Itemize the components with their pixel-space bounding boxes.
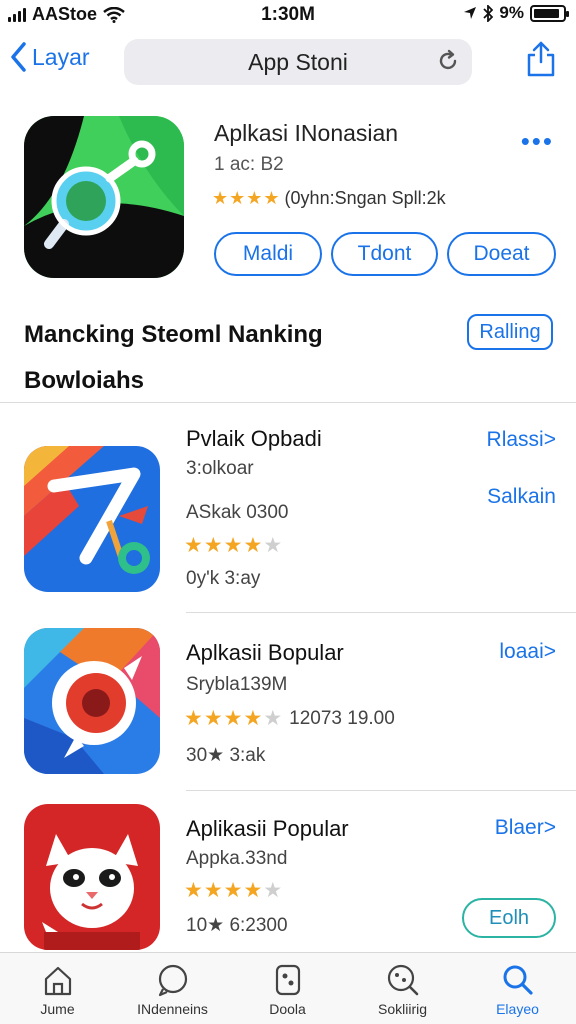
chevron-left-icon (11, 42, 26, 72)
app-get-button-3[interactable]: Eolh (462, 898, 556, 938)
rating-extra: 12073 19.00 (289, 707, 395, 729)
battery-percent: 9% (499, 3, 524, 22)
divider (186, 790, 576, 791)
bluetooth-icon (483, 4, 494, 22)
app-link-1[interactable]: Rlassi> (487, 428, 556, 452)
featured-button-2[interactable]: Tdont (331, 232, 438, 276)
back-label: Layar (32, 43, 90, 70)
tab-search[interactable]: Elayeo (460, 963, 575, 1017)
status-right: 9% (463, 3, 569, 23)
app-meta-1: 3:olkoar (186, 458, 254, 479)
rating-text: (0yhn:Sngan Spll:2k (284, 188, 446, 208)
featured-app-subtitle: 1 ac: B2 (214, 154, 284, 175)
divider (0, 402, 576, 403)
tab-games[interactable]: Sokliirig (345, 963, 460, 1017)
divider (186, 612, 576, 613)
app-meta-2: Srybla139M (186, 674, 288, 695)
tab-label: Sokliirig (377, 1001, 427, 1017)
tab-bar: Jume INdenneins Doola Sokliirig Elayeo (0, 952, 576, 1024)
app-title-3: Aplikasii Popular (186, 816, 349, 841)
reload-icon[interactable] (436, 49, 460, 73)
location-icon (464, 7, 477, 19)
app-rating-1: ★★★★★ (184, 533, 283, 558)
status-bar: AAStoe 1:30M 9% (0, 0, 576, 30)
app-link-2[interactable]: loaai> (499, 640, 556, 664)
battery-icon (530, 4, 569, 22)
tab-label: Doola (269, 1001, 306, 1017)
app-icon-2[interactable] (24, 628, 160, 774)
section-ranking-button[interactable]: Ralling (467, 314, 553, 350)
search-field[interactable]: App Stoni (124, 39, 472, 85)
app-meta-3: Appka.33nd (186, 848, 288, 869)
app-title-1: Pvlaik Opbadi (186, 426, 322, 451)
search-title: App Stoni (248, 48, 348, 75)
featured-button-3[interactable]: Doeat (447, 232, 556, 276)
app-rating-2: ★★★★★ 12073 19.00 (184, 706, 395, 731)
app-title-2: Aplkasii Bopular (186, 640, 344, 665)
back-button[interactable]: Layar (10, 42, 90, 72)
games-icon (387, 964, 418, 996)
app-footer-3: 10★ 6:2300 (186, 915, 288, 936)
featured-app-icon[interactable] (24, 116, 184, 278)
home-icon (44, 966, 71, 996)
rating-stars: ★★★★★ (184, 879, 284, 902)
app-footer-1: 0y'k 3:ay (186, 568, 261, 589)
rating-stars: ★★★★ (212, 188, 281, 208)
tab-label: Jume (40, 1001, 75, 1017)
apps-icon (275, 964, 300, 996)
search-icon (503, 965, 533, 995)
tab-updates[interactable]: INdenneins (115, 963, 230, 1017)
tab-apps[interactable]: Doola (230, 963, 345, 1017)
app-icon-3[interactable] (24, 804, 160, 950)
app-footer-2: 30★ 3:ak (186, 745, 266, 766)
chat-icon (158, 964, 187, 997)
app-link-3[interactable]: Blaer> (495, 816, 556, 840)
app-rating-3: ★★★★★ (184, 878, 283, 903)
app-icon-1[interactable] (24, 446, 160, 592)
rating-stars: ★★★★★ (184, 534, 284, 557)
tab-today[interactable]: Jume (0, 963, 115, 1017)
share-icon[interactable] (526, 40, 556, 78)
rating-stars: ★★★★★ (184, 707, 284, 730)
tab-label: Elayeo (496, 1001, 539, 1017)
app-action-1[interactable]: Salkain (487, 485, 556, 509)
featured-app-rating: ★★★★ (0yhn:Sngan Spll:2k (212, 188, 446, 209)
section-title: Mancking Steoml Nanking Bowloiahs (24, 321, 323, 394)
more-options-button[interactable]: ••• (521, 126, 554, 157)
tab-label: INdenneins (137, 1001, 208, 1017)
featured-button-1[interactable]: Maldi (214, 232, 322, 276)
featured-app-title: Aplkasi INonasian (214, 120, 399, 146)
app-meta2-1: ASkak 0300 (186, 502, 289, 523)
